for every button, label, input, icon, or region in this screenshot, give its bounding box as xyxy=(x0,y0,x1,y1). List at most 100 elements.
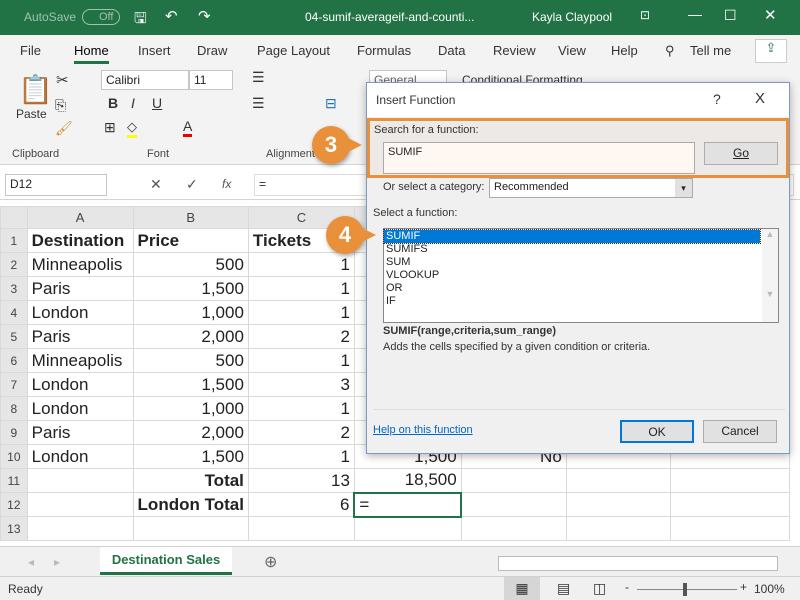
page-layout-view-icon[interactable]: ▤ xyxy=(557,580,570,597)
help-button[interactable]: ? xyxy=(713,91,721,107)
insert-function-icon[interactable]: fx xyxy=(222,177,231,191)
column-header-A[interactable]: A xyxy=(26,206,134,229)
enter-icon[interactable]: ✓ xyxy=(186,176,198,193)
cell-C11[interactable]: 13 xyxy=(247,468,355,493)
row-header[interactable]: 8 xyxy=(0,396,28,421)
function-list-item[interactable]: SUMIF xyxy=(383,229,761,244)
cell-B6[interactable]: 500 xyxy=(132,348,249,373)
zoom-in-icon[interactable]: + xyxy=(740,580,747,594)
tab-data[interactable]: Data xyxy=(438,43,465,58)
zoom-slider-thumb[interactable] xyxy=(683,583,687,596)
row-header[interactable]: 10 xyxy=(0,444,28,469)
cell-C8[interactable]: 1 xyxy=(247,396,355,421)
cell-B11[interactable]: Total xyxy=(132,468,249,493)
borders-icon[interactable]: ⊞ xyxy=(104,119,116,136)
cell-F13[interactable] xyxy=(565,516,671,541)
cell-A7[interactable]: London xyxy=(26,372,134,397)
select-all-corner[interactable] xyxy=(0,206,28,229)
cell-C13[interactable] xyxy=(247,516,355,541)
fill-color-icon[interactable]: ◇ xyxy=(127,119,137,138)
cell-A9[interactable]: Paris xyxy=(26,420,134,445)
align-left-icon[interactable]: ☰ xyxy=(252,95,265,112)
tell-me[interactable]: Tell me xyxy=(690,43,731,58)
tab-formulas[interactable]: Formulas xyxy=(357,43,411,58)
bold-button[interactable]: B xyxy=(108,95,118,111)
cancel-icon[interactable]: ✕ xyxy=(150,176,162,193)
row-header[interactable]: 9 xyxy=(0,420,28,445)
cell-B7[interactable]: 1,500 xyxy=(132,372,249,397)
close-icon[interactable]: ✕ xyxy=(764,6,777,24)
cell-C9[interactable]: 2 xyxy=(247,420,355,445)
row-header[interactable]: 2 xyxy=(0,252,28,277)
ok-button[interactable]: OK xyxy=(620,420,694,443)
cell-A6[interactable]: Minneapolis xyxy=(26,348,134,373)
redo-icon[interactable]: ↷ xyxy=(198,7,211,25)
cell-B3[interactable]: 1,500 xyxy=(132,276,249,301)
cancel-button[interactable]: Cancel xyxy=(703,420,777,443)
cell-A8[interactable]: London xyxy=(26,396,134,421)
cell-C10[interactable]: 1 xyxy=(247,444,355,469)
tab-review[interactable]: Review xyxy=(493,43,536,58)
cell-A13[interactable] xyxy=(26,516,134,541)
copy-icon[interactable]: ⎘ xyxy=(55,97,66,114)
cell-C3[interactable]: 1 xyxy=(247,276,355,301)
autosave-toggle[interactable]: Off xyxy=(82,9,121,25)
tab-file[interactable]: File xyxy=(20,43,41,58)
cell-E12[interactable] xyxy=(460,492,567,517)
tab-insert[interactable]: Insert xyxy=(138,43,171,58)
column-header-B[interactable]: B xyxy=(132,206,249,229)
cell-G13[interactable] xyxy=(669,516,790,541)
cell-B13[interactable] xyxy=(132,516,249,541)
sheet-tab-destination-sales[interactable]: Destination Sales xyxy=(100,547,232,575)
cell-B5[interactable]: 2,000 xyxy=(132,324,249,349)
zoom-slider[interactable] xyxy=(637,589,737,590)
cell-D12[interactable]: = xyxy=(353,491,463,518)
row-header[interactable]: 11 xyxy=(0,468,28,493)
cell-B10[interactable]: 1,500 xyxy=(132,444,249,469)
cell-A3[interactable]: Paris xyxy=(26,276,134,301)
dialog-close-button[interactable]: X xyxy=(755,90,765,107)
chevron-down-icon[interactable]: ▾ xyxy=(675,179,692,197)
tab-draw[interactable]: Draw xyxy=(197,43,227,58)
tab-home[interactable]: Home xyxy=(74,43,109,64)
prev-sheet-icon[interactable]: ◂ xyxy=(28,555,34,569)
row-header[interactable]: 4 xyxy=(0,300,28,325)
row-header[interactable]: 7 xyxy=(0,372,28,397)
paste-button[interactable]: Paste xyxy=(16,107,47,121)
cell-B4[interactable]: 1,000 xyxy=(132,300,249,325)
cell-D13[interactable] xyxy=(353,516,462,541)
cell-G12[interactable] xyxy=(669,492,790,517)
tab-help[interactable]: Help xyxy=(611,43,638,58)
align-top-icon[interactable]: ☰ xyxy=(252,69,265,86)
minimize-icon[interactable]: — xyxy=(688,6,702,22)
function-list-item[interactable]: IF xyxy=(384,295,760,308)
search-input[interactable]: SUMIF xyxy=(383,142,695,174)
cell-A2[interactable]: Minneapolis xyxy=(26,252,134,277)
ribbon-display-icon[interactable]: ⊡ xyxy=(640,8,650,22)
normal-view-icon[interactable]: ▦ xyxy=(504,577,540,600)
row-header[interactable]: 1 xyxy=(0,228,28,253)
font-color-icon[interactable]: A xyxy=(183,118,193,137)
cell-A5[interactable]: Paris xyxy=(26,324,134,349)
function-list[interactable]: SUMIF SUMIFS SUM VLOOKUP OR IF ▲ ▼ xyxy=(383,228,779,323)
function-list-item[interactable]: VLOOKUP xyxy=(384,269,760,282)
share-icon[interactable]: ⇪ xyxy=(755,39,787,63)
row-header[interactable]: 6 xyxy=(0,348,28,373)
zoom-out-icon[interactable]: - xyxy=(625,580,629,594)
help-on-function-link[interactable]: Help on this function xyxy=(373,424,473,436)
paste-icon[interactable]: 📋 xyxy=(18,73,53,106)
undo-icon[interactable]: ↶ xyxy=(165,7,178,25)
cell-C2[interactable]: 1 xyxy=(247,252,355,277)
tab-view[interactable]: View xyxy=(558,43,586,58)
cell-B1[interactable]: Price xyxy=(132,228,249,253)
user-name[interactable]: Kayla Claypool xyxy=(532,10,612,24)
search-icon[interactable]: ⚲ xyxy=(665,43,675,59)
merge-center-icon[interactable]: ⊟ xyxy=(325,95,337,112)
cell-A11[interactable] xyxy=(26,468,134,493)
new-sheet-icon[interactable]: ⊕ xyxy=(264,552,277,572)
cell-G11[interactable] xyxy=(669,468,790,493)
cell-A1[interactable]: Destination xyxy=(26,228,134,253)
italic-button[interactable]: I xyxy=(131,95,135,111)
cell-F12[interactable] xyxy=(565,492,671,517)
font-name-select[interactable]: Calibri xyxy=(101,70,189,90)
